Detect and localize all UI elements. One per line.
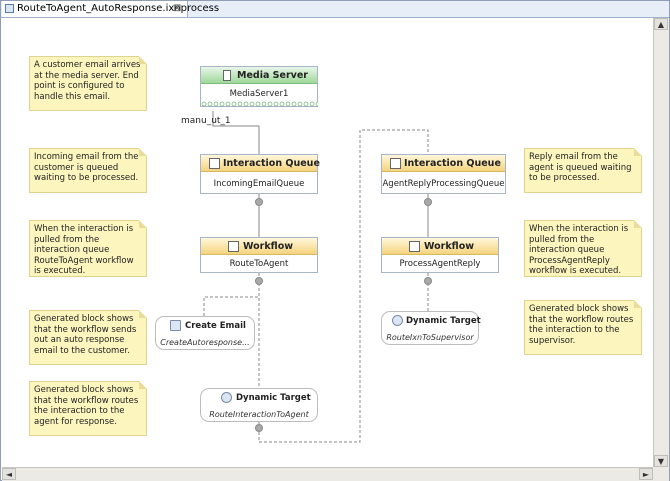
note-text: Generated block shows that the workflow … [34, 314, 137, 356]
diagram-canvas[interactable]: A customer email arrives at the media se… [2, 18, 653, 467]
connection-point[interactable] [424, 277, 432, 285]
queue-name: AgentReplyProcessingQueue [382, 179, 505, 189]
dynamic-target-name: RouteInteractionToAgent [209, 410, 309, 419]
connection-point[interactable] [255, 424, 263, 432]
note-text: A customer email arrives at the media se… [34, 60, 141, 102]
workflow-header: Workflow [382, 238, 498, 255]
email-icon [170, 320, 181, 331]
vertical-scrollbar[interactable]: ▲ ▼ [653, 18, 669, 467]
dynamic-target-block-supervisor[interactable]: Dynamic Target RouteIxnToSupervisor [381, 311, 481, 345]
note-fold [139, 310, 147, 318]
workflow-title: Workflow [243, 241, 294, 252]
queue-header: Interaction Queue [382, 155, 505, 172]
note-process-agent-reply[interactable]: When the interaction is pulled from the … [524, 220, 642, 277]
note-text: When the interaction is pulled from the … [34, 224, 134, 276]
connection-point[interactable] [424, 198, 432, 206]
note-fold [139, 56, 147, 64]
process-file-icon [5, 4, 14, 13]
create-email-header: Create Email [156, 320, 254, 332]
note-create-email[interactable]: Generated block shows that the workflow … [29, 310, 147, 365]
target-icon [392, 315, 403, 326]
editor-tab-bar: RouteToAgent_AutoResponse.ixnprocess ⊠ [1, 1, 669, 18]
note-text: When the interaction is pulled from the … [529, 224, 629, 276]
create-email-title: Create Email [185, 321, 246, 331]
note-fold [139, 220, 147, 228]
scrollbar-corner [653, 467, 669, 481]
scroll-up-button[interactable]: ▲ [654, 18, 668, 30]
workflow-name: ProcessAgentReply [399, 259, 481, 269]
queue-name: IncomingEmailQueue [213, 179, 305, 189]
note-fold [634, 148, 642, 156]
note-incoming-queue[interactable]: Incoming email from the customer is queu… [29, 148, 147, 193]
dynamic-target-title: Dynamic Target [236, 393, 311, 403]
scroll-down-button[interactable]: ▼ [654, 455, 668, 467]
note-media-server[interactable]: A customer email arrives at the media se… [29, 56, 147, 111]
connection-point[interactable] [255, 198, 263, 206]
note-reply-queue[interactable]: Reply email from the agent is queued wai… [524, 148, 642, 193]
dynamic-target-block-agent[interactable]: Dynamic Target RouteInteractionToAgent [200, 388, 318, 422]
queue-title: Interaction Queue [223, 158, 320, 169]
dynamic-target-header: Dynamic Target [201, 392, 317, 404]
media-server-endpoint-strip [201, 101, 318, 108]
workflow-block-process-agent-reply[interactable]: Workflow ProcessAgentReply [381, 237, 499, 273]
interaction-queue-block-incoming[interactable]: Interaction Queue IncomingEmailQueue [200, 154, 320, 194]
note-fold [139, 381, 147, 389]
dynamic-target-name: RouteIxnToSupervisor [386, 333, 474, 342]
note-text: Generated block shows that the workflow … [529, 304, 634, 346]
workflow-icon [409, 241, 420, 252]
interaction-queue-icon [390, 158, 401, 169]
note-fold [634, 300, 642, 308]
close-icon[interactable]: ⊠ [173, 1, 181, 16]
note-supervisor[interactable]: Generated block shows that the workflow … [524, 300, 642, 355]
workflow-title: Workflow [424, 241, 475, 252]
note-text: Incoming email from the customer is queu… [34, 152, 139, 183]
create-email-name: CreateAutoresponse... [160, 338, 250, 347]
media-server-header: Media Server [201, 67, 317, 84]
interaction-queue-icon [209, 158, 220, 169]
scroll-left-button[interactable]: ◄ [2, 468, 16, 480]
horizontal-scrollbar[interactable]: ◄ ► [2, 467, 653, 481]
target-icon [221, 392, 232, 403]
endpoint-label: manu_ut_1 [181, 116, 231, 126]
note-fold [634, 220, 642, 228]
dynamic-target-header: Dynamic Target [382, 315, 481, 327]
editor-tab[interactable]: RouteToAgent_AutoResponse.ixnprocess ⊠ [2, 1, 219, 17]
queue-header: Interaction Queue [201, 155, 320, 172]
connection-point[interactable] [255, 277, 263, 285]
workflow-icon [228, 241, 239, 252]
media-server-name: MediaServer1 [229, 89, 289, 99]
interaction-queue-block-agent-reply[interactable]: Interaction Queue AgentReplyProcessingQu… [381, 154, 506, 194]
workflow-header: Workflow [201, 238, 317, 255]
server-icon [223, 70, 231, 81]
tab-title: RouteToAgent_AutoResponse.ixnprocess [17, 3, 220, 14]
dynamic-target-title: Dynamic Target [406, 316, 481, 326]
workflow-block-route-to-agent[interactable]: Workflow RouteToAgent [200, 237, 318, 273]
note-fold [139, 148, 147, 156]
connector-workflow-to-create-email [203, 273, 260, 316]
queue-title: Interaction Queue [404, 158, 501, 169]
process-editor: RouteToAgent_AutoResponse.ixnprocess ⊠ A… [0, 0, 670, 481]
note-text: Generated block shows that the workflow … [34, 385, 139, 427]
workflow-name: RouteToAgent [229, 259, 289, 269]
note-dynamic-target[interactable]: Generated block shows that the workflow … [29, 381, 147, 436]
note-text: Reply email from the agent is queued wai… [529, 152, 632, 183]
media-server-title: Media Server [237, 70, 308, 81]
create-email-block[interactable]: Create Email CreateAutoresponse... [155, 316, 255, 350]
note-route-to-agent[interactable]: When the interaction is pulled from the … [29, 220, 147, 277]
scroll-right-button[interactable]: ► [639, 468, 653, 480]
